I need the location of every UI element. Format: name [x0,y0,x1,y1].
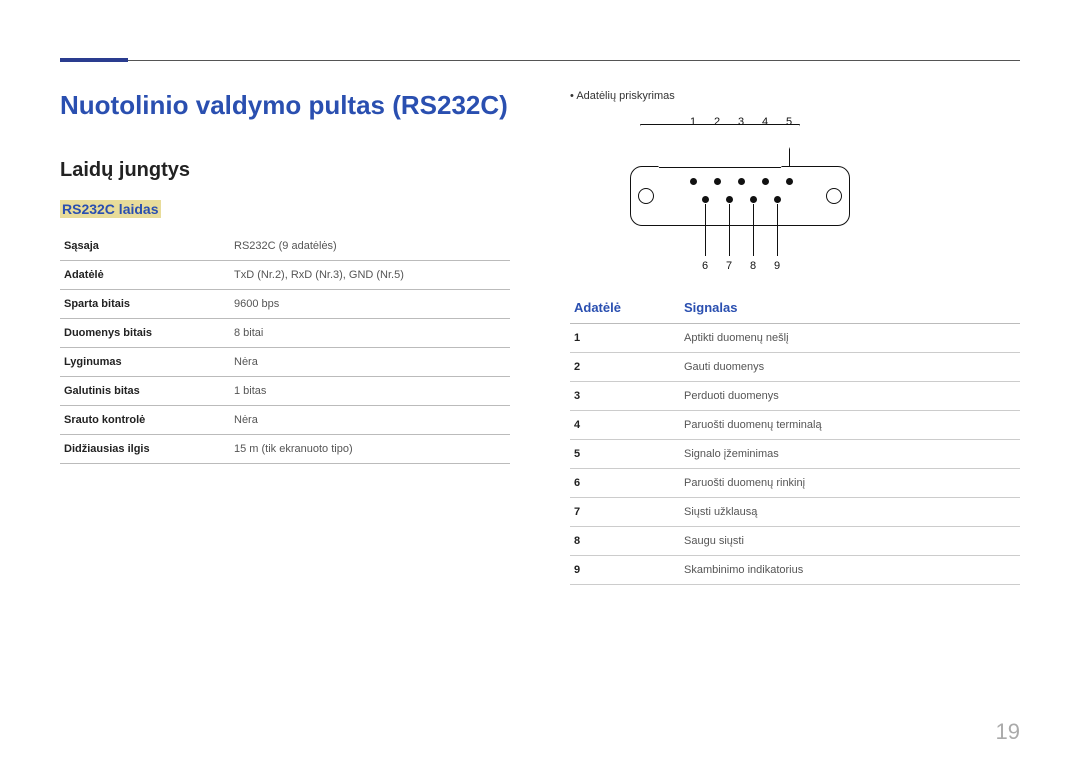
pin-icon [750,196,757,203]
pin-num: 6 [570,469,680,498]
pin-icon [762,178,769,185]
spec-val: 1 bitas [230,377,510,406]
spec-key: Didžiausias ilgis [60,435,230,464]
signal-name: Signalo įžeminimas [680,440,1020,469]
spec-val: 15 m (tik ekranuoto tipo) [230,435,510,464]
left-column: Nuotolinio valdymo pultas (RS232C) Laidų… [60,90,540,723]
wire [729,204,730,256]
pin-label-bot: 8 [750,260,756,272]
screw-hole-icon [826,188,842,204]
table-row: Sparta bitais9600 bps [60,290,510,319]
accent-bar [60,58,128,62]
pin-icon [774,196,781,203]
spec-val: 9600 bps [230,290,510,319]
table-row: 2Gauti duomenys [570,353,1020,382]
header-signal: Signalas [684,300,737,315]
table-row: 3Perduoti duomenys [570,382,1020,411]
connector-shell [630,166,850,226]
pin-icon [738,178,745,185]
pin-num: 1 [570,324,680,353]
page-title: Nuotolinio valdymo pultas (RS232C) [60,90,510,121]
db9-connector-diagram: 1 2 3 4 5 [610,116,870,276]
pin-num: 3 [570,382,680,411]
signal-name: Siųsti užklausą [680,498,1020,527]
pin-icon [702,196,709,203]
spec-val: Nėra [230,406,510,435]
table-row: 4Paruošti duomenų terminalą [570,411,1020,440]
table-row: Srauto kontrolėNėra [60,406,510,435]
wire [777,204,778,256]
pin-icon [690,178,697,185]
subsection-heading: RS232C laidas [62,201,159,217]
signal-name: Skambinimo indikatorius [680,556,1020,585]
table-row: 7Siųsti užklausą [570,498,1020,527]
table-row: 8Saugu siųsti [570,527,1020,556]
connector-face [640,124,800,168]
pin-num: 4 [570,411,680,440]
table-row: Duomenys bitais8 bitai [60,319,510,348]
table-row: Didžiausias ilgis15 m (tik ekranuoto tip… [60,435,510,464]
spec-key: Srauto kontrolė [60,406,230,435]
table-row: SąsajaRS232C (9 adatėlės) [60,232,510,261]
table-row: LyginumasNėra [60,348,510,377]
pin-num: 7 [570,498,680,527]
pin-icon [726,196,733,203]
spec-val: Nėra [230,348,510,377]
top-rule [60,60,1020,61]
signal-name: Aptikti duomenų nešlį [680,324,1020,353]
pin-label-bot: 7 [726,260,732,272]
table-row: AdatėlėTxD (Nr.2), RxD (Nr.3), GND (Nr.5… [60,261,510,290]
pin-icon [714,178,721,185]
signal-table: 1Aptikti duomenų nešlį 2Gauti duomenys 3… [570,324,1020,585]
spec-key: Lyginumas [60,348,230,377]
screw-hole-icon [638,188,654,204]
wire [753,204,754,256]
spec-table: SąsajaRS232C (9 adatėlės) AdatėlėTxD (Nr… [60,232,510,464]
signal-name: Paruošti duomenų rinkinį [680,469,1020,498]
table-row: 6Paruošti duomenų rinkinį [570,469,1020,498]
spec-key: Duomenys bitais [60,319,230,348]
page-number: 19 [996,719,1020,745]
pin-num: 8 [570,527,680,556]
pin-num: 5 [570,440,680,469]
section-heading: Laidų jungtys [60,159,510,182]
table-row: 1Aptikti duomenų nešlį [570,324,1020,353]
signal-name: Paruošti duomenų terminalą [680,411,1020,440]
spec-val: 8 bitai [230,319,510,348]
pin-num: 2 [570,353,680,382]
pin-icon [786,178,793,185]
wire [705,204,706,256]
spec-val: TxD (Nr.2), RxD (Nr.3), GND (Nr.5) [230,261,510,290]
signal-name: Gauti duomenys [680,353,1020,382]
bullet-pin-assignment: Adatėlių priskyrimas [570,90,1020,102]
signal-table-header: Adatėlė Signalas [570,292,1020,324]
right-column: Adatėlių priskyrimas 1 2 3 4 5 [540,90,1020,723]
pin-label-bot: 6 [702,260,708,272]
subsection-highlight: RS232C laidas [60,200,161,218]
header-pin: Adatėlė [574,300,684,315]
spec-key: Sparta bitais [60,290,230,319]
signal-name: Perduoti duomenys [680,382,1020,411]
table-row: 9Skambinimo indikatorius [570,556,1020,585]
pin-num: 9 [570,556,680,585]
pin-label-bot: 9 [774,260,780,272]
spec-key: Sąsaja [60,232,230,261]
page: Nuotolinio valdymo pultas (RS232C) Laidų… [0,0,1080,763]
spec-val: RS232C (9 adatėlės) [230,232,510,261]
spec-key: Galutinis bitas [60,377,230,406]
table-row: Galutinis bitas1 bitas [60,377,510,406]
table-row: 5Signalo įžeminimas [570,440,1020,469]
content-columns: Nuotolinio valdymo pultas (RS232C) Laidų… [60,90,1020,723]
signal-name: Saugu siųsti [680,527,1020,556]
spec-key: Adatėlė [60,261,230,290]
